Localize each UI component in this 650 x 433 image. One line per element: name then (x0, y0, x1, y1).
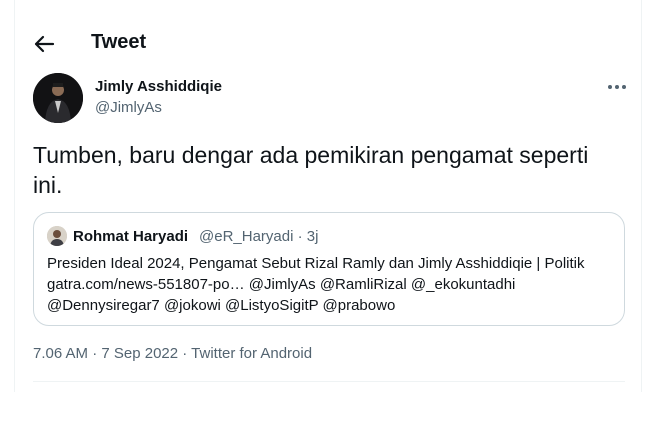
quote-text-line: @Dennysiregar7 @jokowi @ListyoSigitP @pr… (47, 297, 396, 314)
more-horizontal-icon[interactable] (606, 81, 628, 93)
divider (33, 381, 625, 382)
author-handle[interactable]: @JimlyAs (95, 99, 162, 116)
quote-author-name[interactable]: Rohmat Haryadi (73, 228, 188, 245)
tweet-author: Jimly Asshiddiqie @JimlyAs (33, 73, 628, 125)
avatar-image (33, 73, 83, 123)
tweet-timestamp[interactable]: 7.06 AM · 7 Sep 2022 · Twitter for Andro… (33, 345, 312, 362)
header: Tweet (15, 24, 641, 64)
quote-text-line: Presiden Ideal 2024, Pengamat Sebut Riza… (47, 255, 585, 272)
avatar[interactable] (33, 73, 83, 123)
arrow-left-icon[interactable] (33, 34, 55, 54)
quote-author-meta: @eR_Haryadi · 3j (199, 228, 319, 245)
quote-avatar[interactable] (47, 226, 67, 246)
quote-text-line: gatra.com/news-551807-po… @JimlyAs @Raml… (47, 276, 516, 293)
tweet-text: Tumben, baru dengar ada pemikiran pengam… (33, 142, 589, 198)
quote-avatar-image (47, 226, 67, 246)
page-title: Tweet (91, 31, 147, 53)
quote-text: Presiden Ideal 2024, Pengamat Sebut Riza… (47, 253, 617, 316)
quoted-tweet[interactable]: Rohmat Haryadi @eR_Haryadi · 3j Presiden… (33, 212, 625, 326)
tweet-panel: Tweet Jimly Asshiddiqie @JimlyAs Tumben,… (14, 0, 642, 392)
author-name[interactable]: Jimly Asshiddiqie (95, 78, 222, 95)
